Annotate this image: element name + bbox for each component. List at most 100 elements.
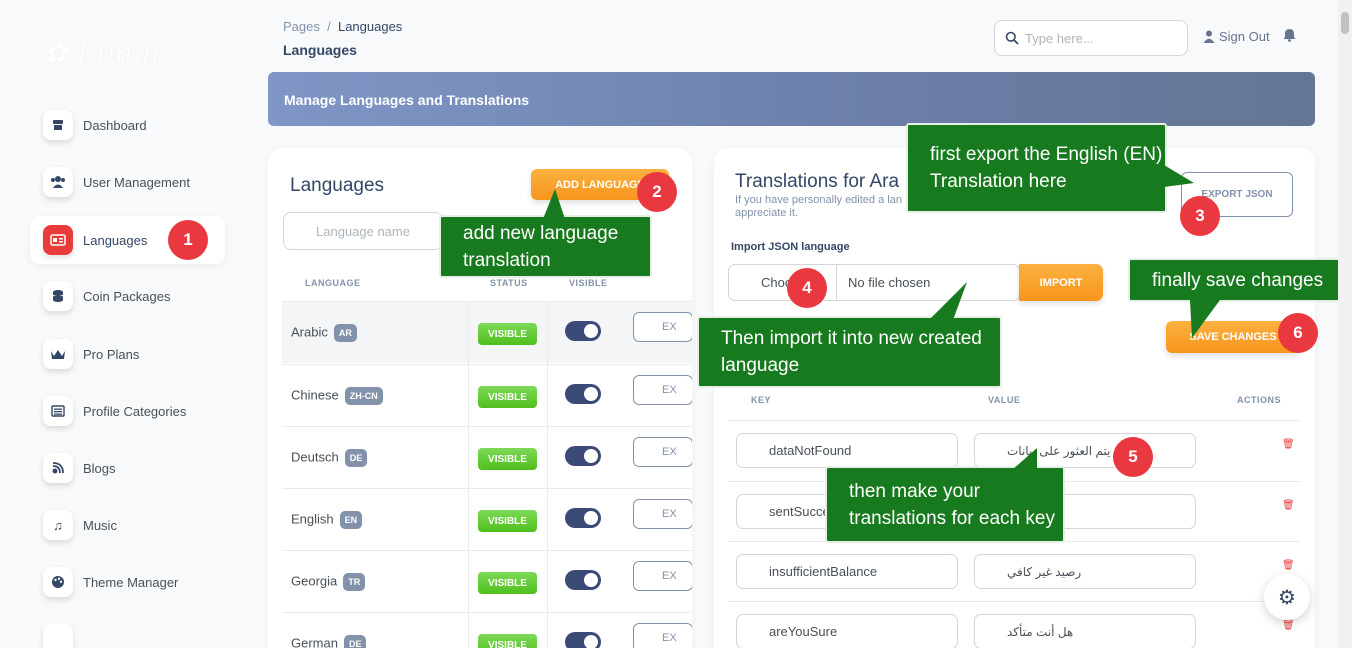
sidebar-item-label: Languages bbox=[83, 232, 148, 248]
scroll-thumb[interactable] bbox=[1341, 12, 1349, 34]
search-input[interactable] bbox=[1025, 30, 1175, 46]
column-header-language: LANGUAGE bbox=[305, 278, 361, 288]
export-language-button[interactable]: EX bbox=[633, 375, 692, 405]
key-input[interactable]: areYouSure bbox=[736, 614, 958, 648]
column-header-key: KEY bbox=[751, 395, 772, 405]
sign-out-label: Sign Out bbox=[1219, 29, 1270, 44]
table-row: German DE VISIBLE EX bbox=[282, 612, 692, 648]
callout-text: Then import it into new created language bbox=[721, 328, 982, 376]
export-language-button[interactable]: EX bbox=[633, 437, 692, 467]
sidebar-item-theme-manager[interactable]: Theme Manager bbox=[30, 558, 225, 606]
visible-toggle[interactable] bbox=[565, 446, 601, 466]
language-code-badge: ZH-CN bbox=[344, 387, 383, 405]
id-card-icon bbox=[43, 225, 73, 255]
visible-toggle[interactable] bbox=[565, 321, 601, 341]
callout-text: finally save changes bbox=[1152, 269, 1324, 291]
column-header-actions: ACTIONS bbox=[1237, 395, 1281, 405]
language-code-badge: DE bbox=[343, 635, 367, 648]
palette-icon bbox=[43, 567, 73, 597]
step-badge-1: 1 bbox=[168, 220, 208, 260]
file-input[interactable]: Choo No file chosen bbox=[728, 264, 1020, 301]
callout-pointer bbox=[1190, 300, 1220, 338]
translations-card: Translations for Ara If you have persona… bbox=[714, 148, 1315, 648]
breadcrumb-current: Languages bbox=[337, 19, 403, 34]
callout-text: first export the English (EN) Translatio… bbox=[930, 144, 1163, 192]
step-badge-4: 4 bbox=[787, 268, 827, 308]
export-language-button[interactable]: EX bbox=[633, 623, 692, 648]
visible-toggle[interactable] bbox=[565, 570, 601, 590]
visible-toggle[interactable] bbox=[565, 508, 601, 528]
music-icon: ♫ bbox=[43, 510, 73, 540]
sidebar-item-pro-plans[interactable]: Pro Plans bbox=[30, 330, 225, 378]
trash-icon[interactable]: 🗑 bbox=[1282, 500, 1295, 511]
column-header-visible: VISIBLE bbox=[569, 278, 608, 288]
status-badge: VISIBLE bbox=[478, 323, 537, 345]
callout-pointer bbox=[1164, 165, 1194, 187]
value-input[interactable]: رصيد غير كافي bbox=[974, 554, 1196, 589]
callout-save: finally save changes bbox=[1128, 258, 1352, 338]
translations-card-title: Translations for Ara bbox=[735, 171, 900, 192]
gear-icon[interactable]: ⚙ bbox=[1264, 574, 1310, 620]
column-header-value: VALUE bbox=[988, 395, 1021, 405]
step-badge-3: 3 bbox=[1180, 196, 1220, 236]
search-box[interactable] bbox=[994, 20, 1188, 56]
breadcrumb-separator: / bbox=[327, 19, 331, 34]
sidebar-item-label: Coin Packages bbox=[83, 288, 171, 304]
table-row: Deutsch DE VISIBLE EX bbox=[282, 426, 692, 489]
callout-import: Then import it into new created language bbox=[697, 282, 1002, 388]
brand-logo[interactable]: ✿ kimat bbox=[44, 36, 164, 69]
language-name-input[interactable]: Language name bbox=[283, 212, 443, 250]
user-icon bbox=[1203, 30, 1215, 43]
language-name: Chinese ZH-CN bbox=[291, 387, 383, 405]
sidebar-item-music[interactable]: ♫ Music bbox=[30, 501, 225, 549]
import-button[interactable]: IMPORT bbox=[1019, 264, 1103, 301]
callout-text: add new language translation bbox=[463, 222, 619, 271]
language-name: Arabic AR bbox=[291, 324, 357, 342]
sidebar-item-label: Theme Manager bbox=[83, 574, 179, 590]
export-language-button[interactable]: EX bbox=[633, 499, 692, 529]
table-row: English EN VISIBLE EX bbox=[282, 488, 692, 551]
sidebar-item-label: Profile Categories bbox=[83, 403, 187, 419]
sign-out-link[interactable]: Sign Out bbox=[1203, 29, 1270, 44]
language-name: English EN bbox=[291, 511, 363, 529]
value-input[interactable]: هل أنت متأكد bbox=[974, 614, 1196, 648]
sidebar-item-profile-categories[interactable]: Profile Categories bbox=[30, 387, 225, 435]
sidebar-item-label: Dashboard bbox=[83, 117, 147, 133]
sidebar-item-blogs[interactable]: Blogs bbox=[30, 444, 225, 492]
trash-icon[interactable]: 🗑 bbox=[1282, 620, 1295, 631]
key-input[interactable]: dataNotFound bbox=[736, 433, 958, 468]
users-icon bbox=[43, 167, 73, 197]
sidebar-item-more[interactable] bbox=[30, 615, 225, 648]
export-language-button[interactable]: EX bbox=[633, 312, 692, 342]
visible-toggle[interactable] bbox=[565, 632, 601, 648]
crown-icon bbox=[43, 339, 73, 369]
callout-text: then make your translations for each key bbox=[849, 480, 1055, 529]
page-banner: Manage Languages and Translations bbox=[268, 72, 1315, 126]
bell-icon[interactable] bbox=[1283, 28, 1296, 45]
sidebar-item-user-management[interactable]: User Management bbox=[30, 158, 225, 206]
import-json-label: Import JSON language bbox=[731, 241, 850, 253]
table-row: Arabic AR VISIBLE EX bbox=[282, 301, 692, 364]
breadcrumb-root[interactable]: Pages bbox=[283, 19, 320, 34]
search-icon bbox=[1005, 31, 1019, 45]
callout-pointer bbox=[543, 189, 565, 219]
table-row: Georgia TR VISIBLE EX bbox=[282, 550, 692, 613]
visible-toggle[interactable] bbox=[565, 384, 601, 404]
trash-icon[interactable]: 🗑 bbox=[1282, 560, 1295, 571]
key-input[interactable]: insufficientBalance bbox=[736, 554, 958, 589]
trash-icon[interactable]: 🗑 bbox=[1282, 439, 1295, 450]
breadcrumb: Pages / Languages bbox=[283, 19, 402, 34]
sidebar-item-label: Music bbox=[83, 517, 117, 533]
sidebar-item-coin-packages[interactable]: Coin Packages bbox=[30, 272, 225, 320]
translations-subtitle: If you have personally edited a lan appr… bbox=[735, 194, 902, 219]
translation-row: areYouSure هل أنت متأكد 🗑 bbox=[728, 601, 1300, 648]
export-language-button[interactable]: EX bbox=[633, 561, 692, 591]
callout-translate: then make your translations for each key bbox=[825, 448, 1065, 543]
status-badge: VISIBLE bbox=[478, 634, 537, 648]
step-badge-5: 5 bbox=[1113, 437, 1153, 477]
language-name: Georgia TR bbox=[291, 573, 366, 591]
sidebar-item-dashboard[interactable]: Dashboard bbox=[30, 101, 225, 149]
sidebar: ✿ kimat Dashboard User Management Langua… bbox=[0, 0, 250, 648]
scrollbar[interactable] bbox=[1338, 0, 1352, 648]
callout-add-language: add new language translation bbox=[439, 189, 652, 278]
